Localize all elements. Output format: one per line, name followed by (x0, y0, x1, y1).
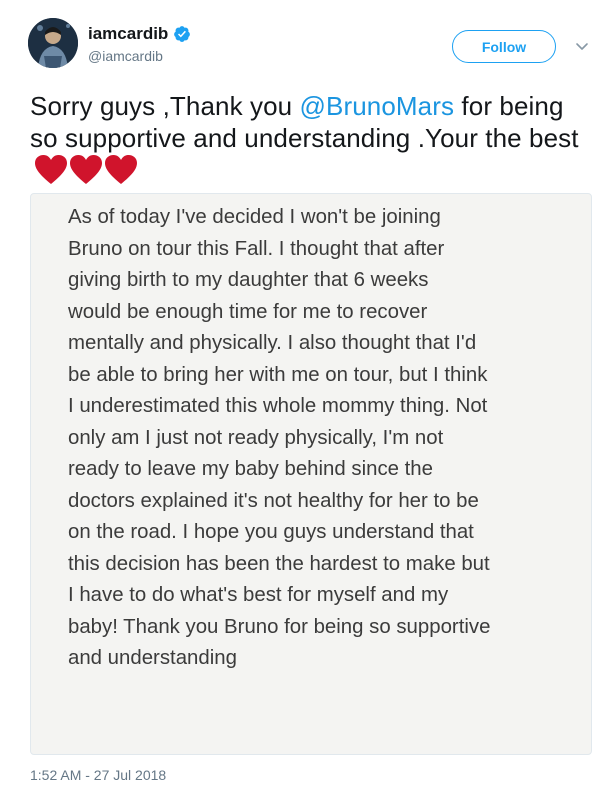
display-name-row: iamcardib (88, 22, 191, 46)
user-names: iamcardib @iamcardib (88, 22, 191, 64)
user-handle[interactable]: @iamcardib (88, 48, 191, 64)
statement-line: ready to leave my baby behind since the (68, 458, 433, 480)
profile-avatar[interactable] (28, 18, 78, 68)
statement-line: I underestimated this whole mommy thing.… (68, 395, 488, 417)
statement-line: mentally and physically. I also thought … (68, 332, 477, 354)
statement-line: baby! Thank you Bruno for being so suppo… (68, 615, 491, 638)
verified-badge-icon (174, 26, 191, 42)
tweet-text: Sorry guys ,Thank you @BrunoMars for bei… (30, 90, 590, 187)
statement-line: I have to do what's best for myself and … (68, 584, 449, 606)
mention-link[interactable]: @BrunoMars (300, 91, 455, 121)
follow-button[interactable]: Follow (452, 30, 556, 63)
statement-line: Bruno on tour this Fall. I thought that … (68, 237, 445, 260)
statement-line: on the road. I hope you guys understand … (68, 521, 474, 543)
tweet-text-part: Sorry guys ,Thank you (30, 91, 300, 121)
statement-line: only am I just not ready physically, I'm… (68, 426, 444, 449)
statement-line: giving birth to my daughter that 6 weeks (68, 269, 429, 291)
display-name[interactable]: iamcardib (88, 24, 168, 44)
statement-line: be able to bring her with me on tour, bu… (68, 363, 488, 386)
tweet-timestamp[interactable]: 1:52 AM - 27 Jul 2018 (30, 767, 166, 783)
red-heart-icon (70, 155, 102, 184)
statement-line: As of today I've decided I won't be join… (68, 206, 441, 228)
chevron-down-icon[interactable] (574, 38, 590, 54)
statement-line: doctors explained it's not healthy for h… (68, 489, 479, 512)
red-heart-icon (105, 155, 137, 184)
avatar-image (28, 18, 78, 68)
tweet-card: iamcardib @iamcardib Follow Sorry guys ,… (0, 0, 614, 790)
statement-line: would be enough time for me to recover (68, 300, 428, 323)
statement-line: and understanding (68, 647, 237, 669)
tweet-image[interactable]: As of today I've decided I won't be join… (30, 193, 592, 755)
statement-line: this decision has been the hardest to ma… (68, 552, 490, 575)
emoji-group (34, 154, 138, 186)
tweet-header: iamcardib @iamcardib Follow (28, 18, 598, 78)
red-heart-icon (35, 155, 67, 184)
statement-text: As of today I've decided I won't be join… (68, 202, 568, 675)
